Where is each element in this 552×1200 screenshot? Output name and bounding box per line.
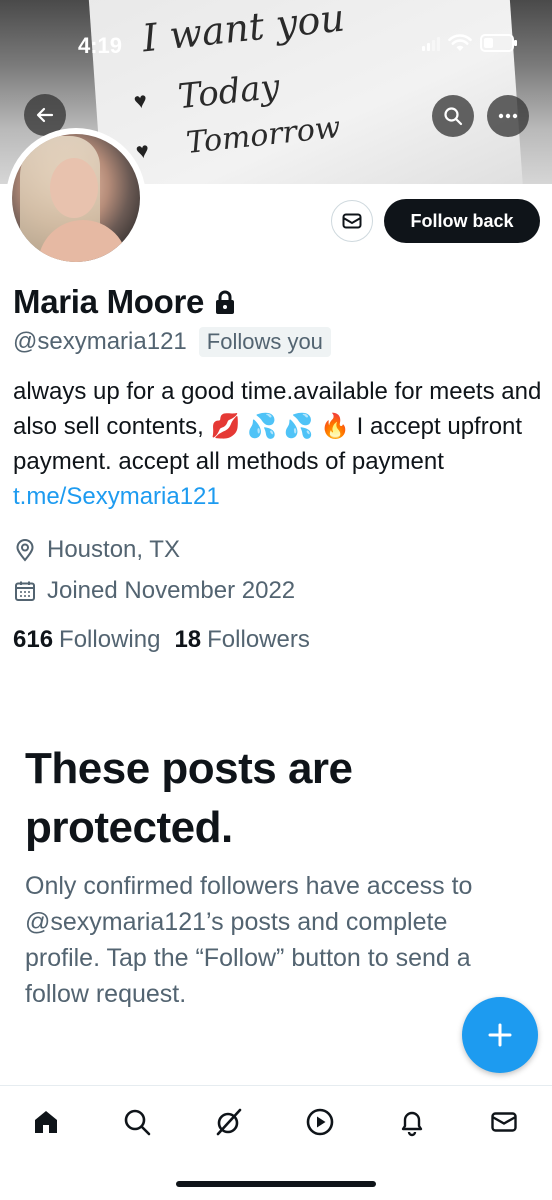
arrow-left-icon bbox=[36, 107, 54, 123]
following-count: 616 bbox=[13, 626, 54, 653]
profile-name-row: Maria Moore bbox=[13, 283, 236, 321]
wifi-icon bbox=[448, 34, 472, 51]
followers-link[interactable]: 18 Followers bbox=[174, 626, 309, 654]
status-icons bbox=[422, 34, 517, 52]
profile-bio: always up for a good time.available for … bbox=[13, 374, 543, 514]
followers-count: 18 bbox=[174, 626, 202, 653]
nav-home[interactable] bbox=[24, 1100, 68, 1144]
nav-video[interactable] bbox=[298, 1100, 342, 1144]
video-play-icon bbox=[306, 1108, 334, 1136]
home-indicator bbox=[176, 1181, 376, 1187]
avatar[interactable] bbox=[6, 128, 146, 268]
signal-icon bbox=[422, 35, 440, 51]
envelope-icon bbox=[491, 1112, 517, 1132]
joined-row: Joined November 2022 bbox=[13, 577, 295, 605]
location-text: Houston, TX bbox=[47, 536, 180, 563]
display-name: Maria Moore bbox=[13, 283, 205, 320]
joined-text: Joined November 2022 bbox=[47, 577, 296, 604]
bio-link[interactable]: t.me/Sexymaria121 bbox=[13, 483, 220, 510]
follow-counts: 616 Following 18 Followers bbox=[13, 626, 310, 654]
follows-you-badge: Follows you bbox=[198, 327, 331, 357]
nav-messages[interactable] bbox=[482, 1100, 526, 1144]
plus-icon bbox=[488, 1023, 512, 1047]
follow-back-button[interactable]: Follow back bbox=[384, 199, 540, 243]
handle-row: @sexymaria121 Follows you bbox=[13, 327, 331, 357]
bio-text: always up for a good time.available for … bbox=[13, 378, 542, 476]
nav-notifications[interactable] bbox=[390, 1100, 434, 1144]
search-icon bbox=[444, 107, 463, 126]
more-icon bbox=[498, 113, 518, 119]
followers-label: Followers bbox=[207, 626, 310, 653]
protected-title: These posts are protected. bbox=[25, 744, 353, 852]
status-time: 4:19 bbox=[78, 33, 123, 58]
following-link[interactable]: 616 Following bbox=[13, 626, 160, 654]
location-pin-icon bbox=[16, 539, 34, 562]
search-icon bbox=[124, 1109, 151, 1136]
lock-icon bbox=[216, 290, 235, 314]
avatar-image bbox=[12, 134, 140, 262]
location-row: Houston, TX bbox=[13, 536, 180, 564]
search-button[interactable] bbox=[432, 95, 474, 137]
message-button[interactable] bbox=[331, 200, 373, 242]
compose-button[interactable] bbox=[462, 997, 538, 1073]
more-button[interactable] bbox=[487, 95, 529, 137]
protected-description: Only confirmed followers have access to … bbox=[25, 872, 473, 1008]
home-icon bbox=[35, 1111, 57, 1133]
envelope-icon bbox=[342, 213, 362, 229]
following-label: Following bbox=[59, 626, 161, 653]
user-handle: @sexymaria121 bbox=[13, 328, 187, 355]
grok-icon bbox=[216, 1108, 242, 1136]
calendar-icon bbox=[15, 581, 35, 601]
nav-search[interactable] bbox=[115, 1100, 159, 1144]
bell-icon bbox=[401, 1111, 423, 1137]
nav-grok[interactable] bbox=[207, 1100, 251, 1144]
battery-icon bbox=[480, 34, 517, 52]
